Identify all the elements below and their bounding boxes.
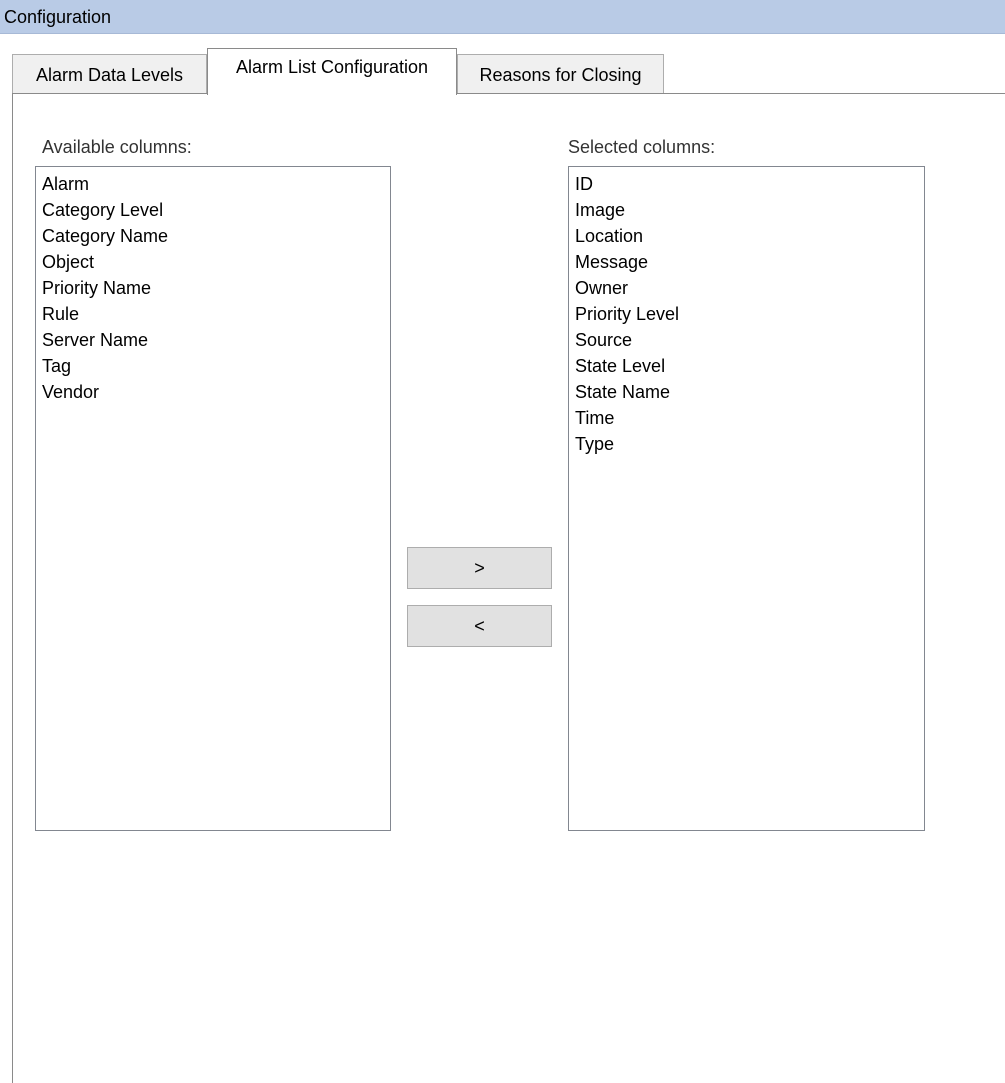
- list-item[interactable]: Vendor: [42, 379, 390, 405]
- tab-label: Alarm List Configuration: [235, 57, 429, 77]
- list-item[interactable]: Time: [575, 405, 924, 431]
- selected-columns-list[interactable]: ID Image Location Message Owner Priority…: [568, 166, 925, 831]
- tab-panel-top-border: [12, 93, 1005, 94]
- list-item[interactable]: Priority Level: [575, 301, 924, 327]
- list-item[interactable]: Tag: [42, 353, 390, 379]
- list-item[interactable]: Type: [575, 431, 924, 457]
- remove-column-button[interactable]: <: [407, 605, 552, 647]
- list-item[interactable]: Category Level: [42, 197, 390, 223]
- tab-alarm-list-configuration[interactable]: Alarm List Configuration: [207, 48, 457, 95]
- list-item[interactable]: Priority Name: [42, 275, 390, 301]
- available-columns-label: Available columns:: [42, 137, 192, 157]
- tab-label: Alarm Data Levels: [35, 65, 184, 85]
- list-item[interactable]: Source: [575, 327, 924, 353]
- list-item[interactable]: Image: [575, 197, 924, 223]
- tab-label: Reasons for Closing: [479, 65, 642, 85]
- list-item[interactable]: ID: [575, 171, 924, 197]
- available-columns-list[interactable]: Alarm Category Level Category Name Objec…: [35, 166, 391, 831]
- tab-reasons-for-closing[interactable]: Reasons for Closing: [457, 54, 664, 94]
- selected-columns-label: Selected columns:: [568, 137, 716, 157]
- list-item[interactable]: Server Name: [42, 327, 390, 353]
- list-item[interactable]: Rule: [42, 301, 390, 327]
- list-item[interactable]: State Name: [575, 379, 924, 405]
- list-item[interactable]: Category Name: [42, 223, 390, 249]
- tab-alarm-data-levels[interactable]: Alarm Data Levels: [12, 54, 207, 94]
- list-item[interactable]: State Level: [575, 353, 924, 379]
- list-item[interactable]: Owner: [575, 275, 924, 301]
- window-titlebar: Configuration: [0, 0, 1005, 34]
- list-item[interactable]: Location: [575, 223, 924, 249]
- list-item[interactable]: Object: [42, 249, 390, 275]
- list-item[interactable]: Alarm: [42, 171, 390, 197]
- add-column-button[interactable]: >: [407, 547, 552, 589]
- tab-panel-left-border: [12, 93, 13, 1083]
- window-title: Configuration: [4, 7, 112, 27]
- list-item[interactable]: Message: [575, 249, 924, 275]
